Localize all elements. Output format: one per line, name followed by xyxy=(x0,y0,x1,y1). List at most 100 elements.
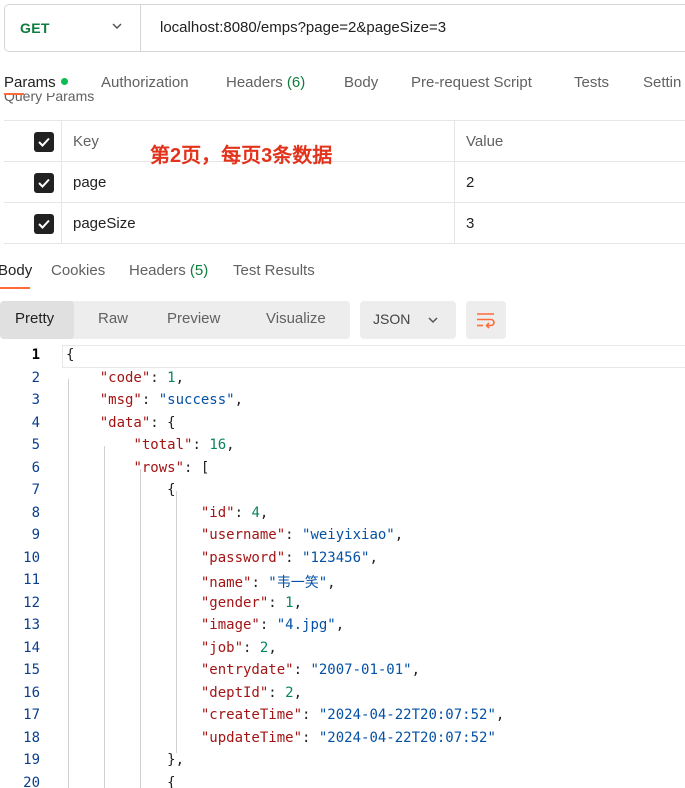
response-body-viewer[interactable]: 1{2 "code": 1, 3 "msg": "success", 4 "data… xyxy=(0,345,685,788)
params-header-row: Key Value xyxy=(4,121,685,162)
checkmark-icon xyxy=(38,137,50,147)
param-key-cell[interactable]: page xyxy=(62,162,455,202)
line-content: { xyxy=(66,482,176,498)
line-content: "gender": 1, xyxy=(200,594,303,611)
checkmark-icon xyxy=(38,178,50,188)
line-number: 14 xyxy=(23,639,40,656)
line-number: 16 xyxy=(23,684,40,701)
param-value-cell[interactable]: 3 xyxy=(455,203,685,243)
line-number: 13 xyxy=(23,617,40,633)
tab-response-headers[interactable]: Headers (5) xyxy=(129,262,208,279)
tab-response-headers-count: (5) xyxy=(189,262,209,279)
tab-headers-count: (6) xyxy=(286,74,306,91)
line-content: { xyxy=(66,774,176,788)
code-line: 19 }, xyxy=(0,752,685,775)
line-number: 17 xyxy=(23,707,40,723)
code-line: 6 "rows": [ xyxy=(0,460,685,483)
line-content: "total": 16, xyxy=(133,437,235,453)
line-content: "id": 4, xyxy=(200,504,269,521)
language-select[interactable]: JSON xyxy=(360,301,456,339)
code-line: 8 "id": 4, xyxy=(0,505,685,528)
line-content: { xyxy=(66,347,75,363)
params-tab-underline xyxy=(4,93,24,95)
tab-pre-request-script[interactable]: Pre-request Script xyxy=(411,74,532,91)
tab-settings[interactable]: Settin xyxy=(643,74,681,91)
request-tabs: Params Authorization Headers (6) Body Pr… xyxy=(0,74,685,94)
method-select[interactable]: GET xyxy=(5,5,141,51)
line-content: "msg": "success", xyxy=(99,392,244,408)
line-number: 1 xyxy=(31,347,40,363)
param-value: 3 xyxy=(466,215,475,232)
code-line: 18 "updateTime": "2024-04-22T20:07:52" xyxy=(0,730,685,753)
pretty-button[interactable]: Pretty xyxy=(15,310,54,327)
column-header-key: Key xyxy=(73,133,99,150)
param-key-cell[interactable]: pageSize xyxy=(62,203,455,243)
line-content: "image": "4.jpg", xyxy=(200,617,345,633)
line-number: 10 xyxy=(23,549,40,566)
column-header-value: Value xyxy=(466,133,504,150)
line-number: 18 xyxy=(23,729,40,746)
code-line: 3 "msg": "success", xyxy=(0,392,685,415)
tab-response-body[interactable]: Body xyxy=(0,262,32,279)
line-number: 2 xyxy=(31,369,40,386)
line-content: "job": 2, xyxy=(200,639,277,656)
line-content: "username": "weiyixiao", xyxy=(200,527,404,543)
line-content: "rows": [ xyxy=(133,459,210,476)
tab-headers[interactable]: Headers (6) xyxy=(226,74,305,91)
code-line: 15 "entrydate": "2007-01-01", xyxy=(0,662,685,685)
annotation-note: 第2页，每页3条数据 xyxy=(150,145,333,167)
param-enabled-checkbox[interactable] xyxy=(34,214,54,234)
raw-button[interactable]: Raw xyxy=(98,310,128,327)
visualize-button[interactable]: Visualize xyxy=(266,310,326,327)
tab-cookies[interactable]: Cookies xyxy=(51,262,105,279)
code-line: 11 "name": "韦一笑", xyxy=(0,572,685,595)
code-line: 4 "data": { xyxy=(0,415,685,438)
line-content: "deptId": 2, xyxy=(200,684,303,701)
line-content: "password": "123456", xyxy=(200,549,378,566)
line-number: 3 xyxy=(31,392,40,408)
param-value-cell[interactable]: 2 xyxy=(455,162,685,202)
wrap-lines-icon xyxy=(477,313,495,329)
line-number: 11 xyxy=(23,572,40,588)
code-line: 16 "deptId": 2, xyxy=(0,685,685,708)
param-enabled-checkbox[interactable] xyxy=(34,173,54,193)
tab-authorization[interactable]: Authorization xyxy=(101,74,189,91)
line-content: "code": 1, xyxy=(99,369,185,386)
tab-tests[interactable]: Tests xyxy=(574,74,609,91)
line-number: 20 xyxy=(23,774,40,788)
line-content: }, xyxy=(66,752,185,768)
url-input[interactable]: localhost:8080/emps?page=2&pageSize=3 xyxy=(160,19,446,36)
param-row: pageSize 3 xyxy=(4,203,685,244)
tab-headers-label: Headers xyxy=(226,74,283,91)
chevron-down-icon xyxy=(112,23,122,30)
line-content: "updateTime": "2024-04-22T20:07:52" xyxy=(200,729,496,746)
line-number: 9 xyxy=(31,527,40,543)
line-number: 19 xyxy=(23,752,40,768)
tab-params-label: Params xyxy=(4,74,56,91)
code-line: 5 "total": 16, xyxy=(0,437,685,460)
checkmark-icon xyxy=(38,219,50,229)
line-number: 4 xyxy=(31,414,40,431)
tab-body[interactable]: Body xyxy=(344,74,378,91)
wrap-lines-button[interactable] xyxy=(466,301,506,339)
code-line: 2 "code": 1, xyxy=(0,370,685,393)
chevron-down-icon xyxy=(428,317,438,324)
tab-params[interactable]: Params xyxy=(4,74,68,91)
select-all-checkbox[interactable] xyxy=(34,132,54,152)
line-number: 8 xyxy=(31,504,40,521)
param-key: pageSize xyxy=(73,215,136,232)
params-table: Key Value page 2 pageSize 3 xyxy=(4,120,685,244)
code-line: 1{ xyxy=(0,347,685,370)
code-line: 17 "createTime": "2024-04-22T20:07:52", xyxy=(0,707,685,730)
param-row: page 2 xyxy=(4,162,685,203)
line-number: 7 xyxy=(31,482,40,498)
line-content: "data": { xyxy=(99,414,176,431)
tab-response-headers-label: Headers xyxy=(129,262,186,279)
body-tab-underline xyxy=(0,287,30,289)
tab-test-results[interactable]: Test Results xyxy=(233,262,315,279)
code-line: 9 "username": "weiyixiao", xyxy=(0,527,685,550)
line-number: 15 xyxy=(23,662,40,678)
preview-button[interactable]: Preview xyxy=(167,310,220,327)
line-number: 6 xyxy=(31,459,40,476)
code-line: 20 { xyxy=(0,775,685,788)
